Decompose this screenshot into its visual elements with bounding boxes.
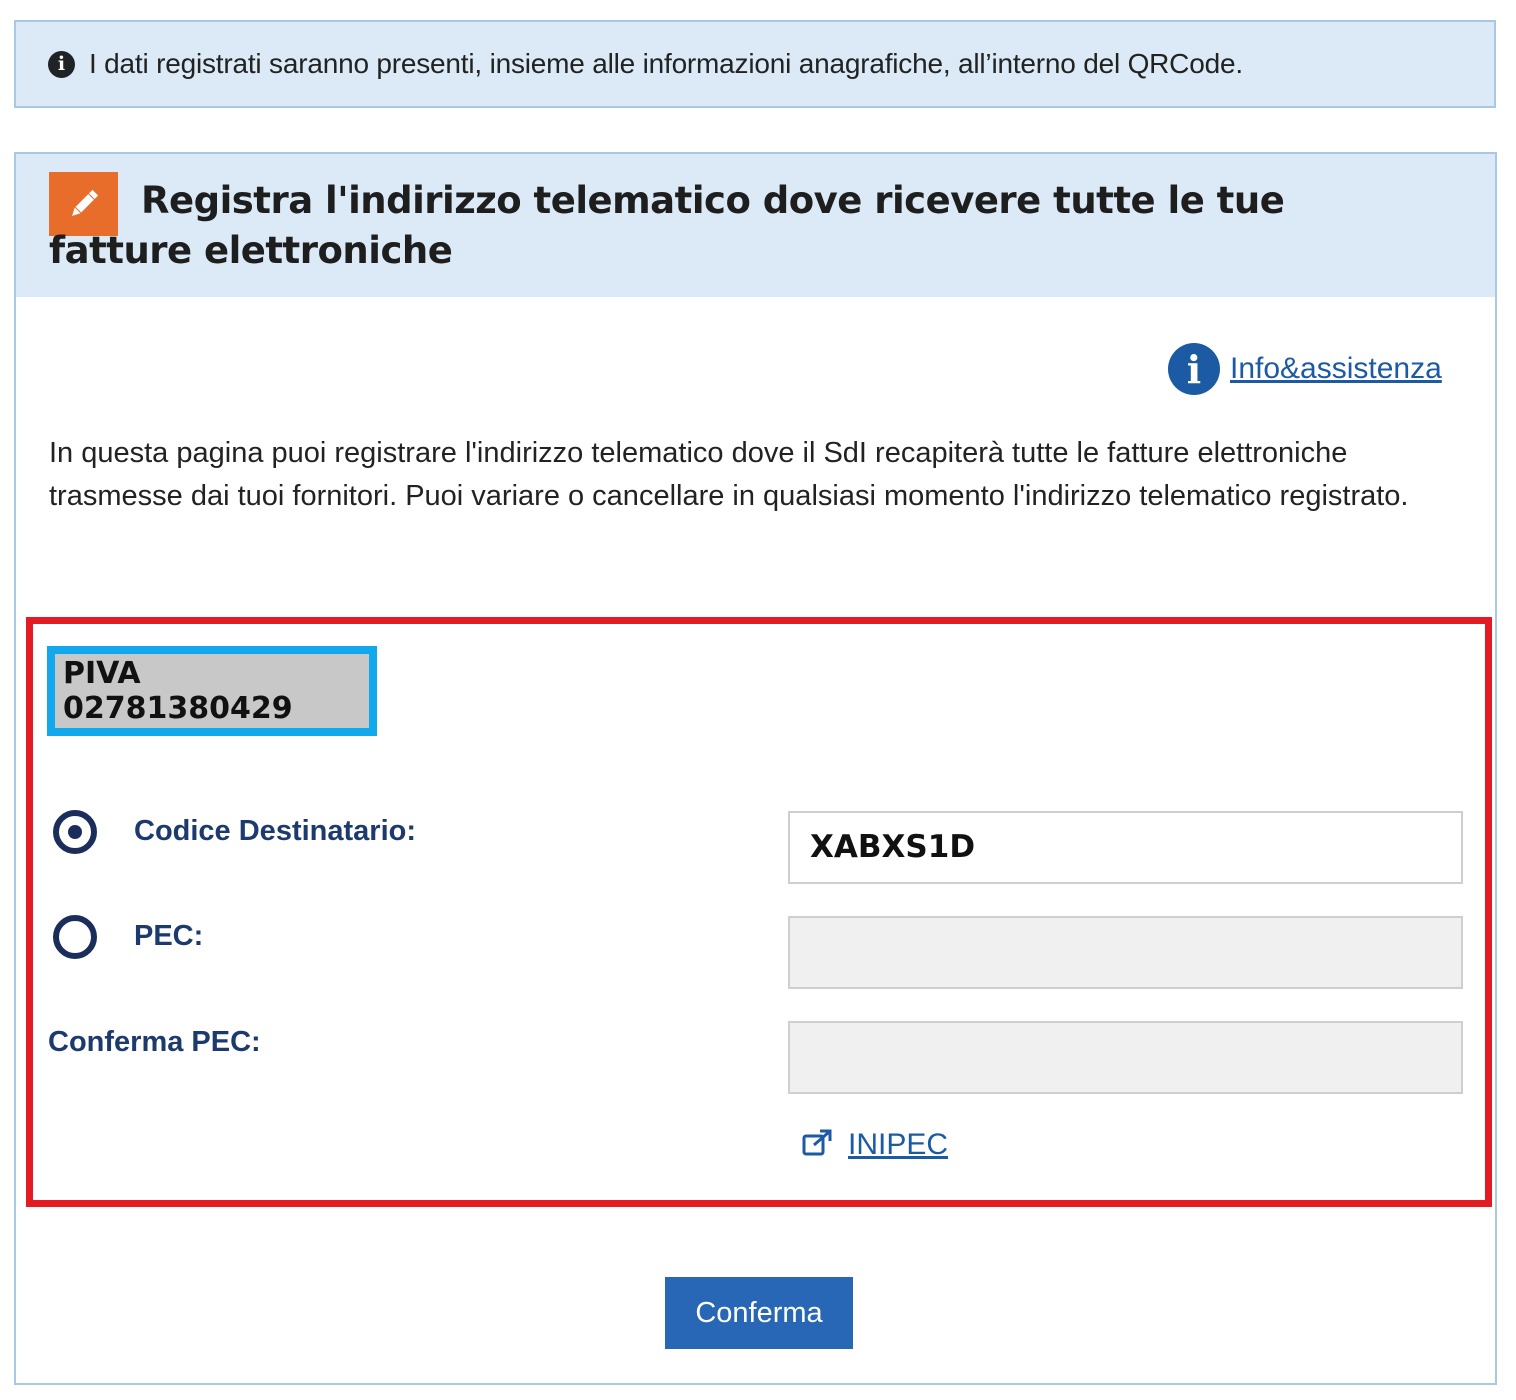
info-circle-icon: i [48, 50, 75, 78]
codice-destinatario-value: XABXS1D [810, 829, 976, 865]
external-link-icon[interactable] [802, 1129, 834, 1162]
info-banner: i I dati registrati saranno presenti, in… [14, 20, 1496, 108]
piva-badge: PIVA 02781380429 [47, 646, 377, 736]
info-banner-text: I dati registrati saranno presenti, insi… [89, 48, 1243, 79]
info-icon[interactable]: i [1168, 343, 1220, 395]
pec-radio[interactable] [53, 915, 97, 959]
codice-destinatario-radio[interactable] [53, 810, 97, 854]
info-assistance[interactable]: i Info&assistenza [1168, 343, 1442, 395]
radio-selected-dot [68, 825, 82, 839]
codice-destinatario-input[interactable]: XABXS1D [788, 811, 1463, 884]
pec-label: PEC: [134, 920, 204, 952]
page-description: In questa pagina puoi registrare l'indir… [49, 437, 1409, 512]
inipec-link[interactable]: INIPEC [848, 1128, 948, 1162]
pec-input[interactable] [788, 916, 1463, 989]
confirm-button[interactable]: Conferma [665, 1277, 853, 1349]
conferma-pec-label: Conferma PEC: [48, 1026, 261, 1058]
info-assistance-link[interactable]: Info&assistenza [1230, 352, 1442, 386]
page-title: Registra l'indirizzo telematico dove ric… [49, 179, 1285, 272]
codice-destinatario-label: Codice Destinatario: [134, 815, 416, 847]
conferma-pec-input[interactable] [788, 1021, 1463, 1094]
inipec[interactable]: INIPEC [802, 1128, 948, 1162]
